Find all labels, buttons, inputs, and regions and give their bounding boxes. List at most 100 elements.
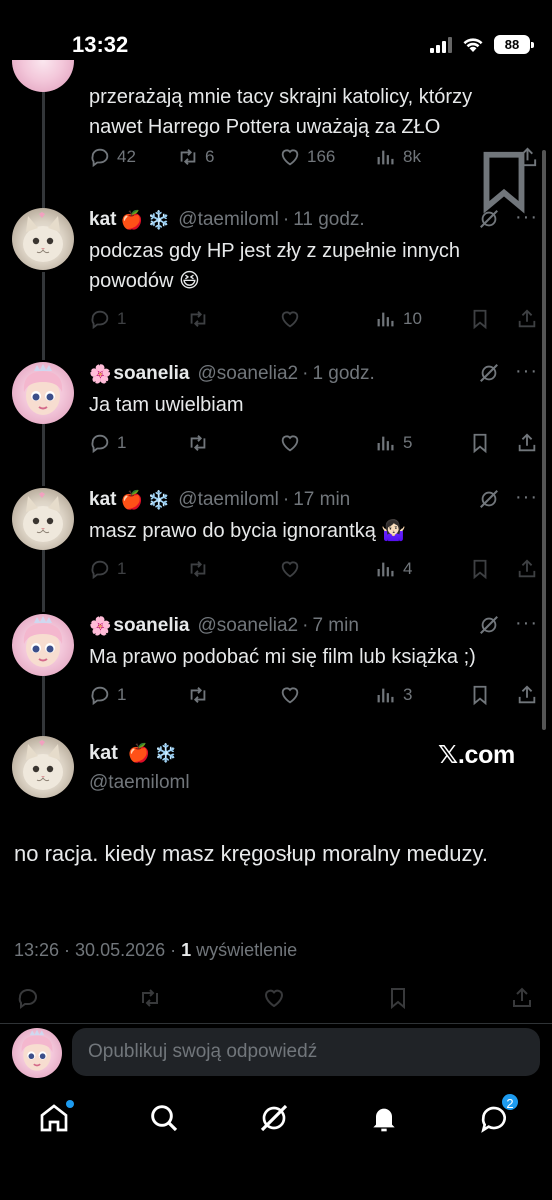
- views-button[interactable]: 10: [375, 308, 422, 330]
- author-name[interactable]: soanelia: [113, 615, 189, 637]
- bookmark-button[interactable]: [469, 308, 491, 330]
- status-time: 13:32: [72, 32, 129, 57]
- name-emoji: 🍎 ❄️: [120, 209, 171, 230]
- reply-button[interactable]: 1: [89, 432, 126, 454]
- tweet-time[interactable]: 11 godz.: [293, 209, 364, 231]
- cellular-signal-icon: [430, 36, 452, 53]
- like-button[interactable]: [279, 308, 307, 330]
- views-button[interactable]: 4: [375, 558, 412, 580]
- messages-badge: 2: [500, 1092, 520, 1112]
- repost-button[interactable]: [187, 308, 215, 330]
- avatar[interactable]: [12, 736, 74, 798]
- scrollbar[interactable]: [542, 150, 546, 730]
- reply-icon[interactable]: [16, 986, 40, 1010]
- repost-button[interactable]: [187, 558, 215, 580]
- bookmark-button[interactable]: [469, 432, 491, 454]
- avatar[interactable]: [12, 488, 74, 550]
- more-icon[interactable]: ···: [515, 486, 538, 509]
- tweet-text: przerażają mnie tacy skrajni katolicy, k…: [89, 86, 473, 138]
- bookmark-icon[interactable]: [386, 986, 410, 1010]
- bookmark-icon: [473, 685, 487, 706]
- share-button[interactable]: [516, 558, 538, 580]
- share-icon[interactable]: [510, 986, 534, 1010]
- like-button[interactable]: [279, 432, 307, 454]
- separator: ·: [302, 363, 309, 384]
- views-button[interactable]: 3: [375, 684, 412, 706]
- author-name[interactable]: kat: [89, 489, 116, 511]
- reply-composer: [0, 1023, 552, 1081]
- nav-grok[interactable]: [258, 1102, 294, 1138]
- author-handle[interactable]: @taemiloml: [178, 489, 279, 511]
- tweet-time[interactable]: 17 min: [293, 489, 350, 511]
- bookmark-button[interactable]: [469, 684, 491, 706]
- main-tweet-author[interactable]: kat 🍎 ❄️: [89, 742, 177, 765]
- share-icon: [518, 309, 536, 328]
- tweet-text: Ja tam uwielbiam: [89, 394, 244, 416]
- views-button[interactable]: 8k: [375, 146, 421, 168]
- reply-button[interactable]: 1: [89, 308, 126, 330]
- views-icon: [377, 150, 394, 165]
- views-icon: [377, 312, 394, 327]
- grok-icon[interactable]: [478, 208, 500, 230]
- more-icon[interactable]: ···: [515, 612, 538, 635]
- share-button[interactable]: [516, 308, 538, 330]
- grok-icon[interactable]: [478, 614, 500, 636]
- author-handle[interactable]: @taemiloml: [178, 209, 279, 231]
- author-name[interactable]: soanelia: [113, 363, 189, 385]
- author-handle[interactable]: @soanelia2: [197, 363, 298, 385]
- bell-icon: [373, 1108, 395, 1132]
- main-tweet-meta: 13:26 · 30.05.2026 · 1 wyświetlenie: [14, 940, 298, 960]
- repost-icon[interactable]: [138, 986, 162, 1010]
- reply-button[interactable]: 1: [89, 684, 126, 706]
- repost-icon: [180, 149, 196, 165]
- author-name[interactable]: kat: [89, 209, 116, 231]
- share-icon[interactable]: [516, 146, 539, 169]
- repost-button[interactable]: [187, 684, 215, 706]
- nav-search[interactable]: [148, 1102, 184, 1138]
- bookmark-icon: [473, 309, 487, 330]
- share-button[interactable]: [516, 684, 538, 706]
- like-button[interactable]: [279, 558, 307, 580]
- separator: ·: [302, 615, 309, 636]
- reply-button[interactable]: 1: [89, 558, 126, 580]
- repost-icon: [190, 435, 206, 451]
- reply-button[interactable]: 42: [89, 146, 136, 168]
- avatar[interactable]: [12, 1028, 62, 1078]
- grok-icon[interactable]: [478, 362, 500, 384]
- tweet-actions: 15: [89, 432, 539, 458]
- name-emoji: 🌸: [89, 363, 112, 384]
- more-icon[interactable]: ···: [515, 206, 538, 229]
- main-tweet-handle[interactable]: @taemiloml: [89, 772, 190, 794]
- wifi-icon: [463, 38, 483, 52]
- tweet-time[interactable]: 1 godz.: [312, 363, 374, 385]
- more-icon[interactable]: ···: [515, 360, 538, 383]
- grok-icon: [260, 1104, 288, 1132]
- thread-line: [42, 676, 45, 736]
- heart-icon[interactable]: [262, 986, 286, 1010]
- bookmark-button[interactable]: [469, 558, 491, 580]
- like-button[interactable]: 166: [279, 146, 335, 168]
- nav-home[interactable]: [38, 1100, 74, 1138]
- search-icon: [151, 1105, 178, 1132]
- tweet-time[interactable]: 7 min: [312, 615, 358, 637]
- avatar[interactable]: [12, 362, 74, 424]
- thread-line: [42, 550, 45, 612]
- nav-messages[interactable]: 2: [478, 1092, 520, 1138]
- repost-button[interactable]: 6: [177, 146, 214, 168]
- views-button[interactable]: 5: [375, 432, 412, 454]
- tweet-actions: 14: [89, 558, 539, 584]
- reply-input[interactable]: [72, 1028, 540, 1076]
- avatar[interactable]: [12, 208, 74, 270]
- author-handle[interactable]: @soanelia2: [197, 615, 298, 637]
- nav-notifications[interactable]: [368, 1102, 404, 1138]
- repost-button[interactable]: [187, 432, 215, 454]
- share-icon: [518, 685, 536, 704]
- like-button[interactable]: [279, 684, 307, 706]
- reply-icon: [91, 686, 109, 706]
- share-button[interactable]: [516, 432, 538, 454]
- heart-icon: [281, 561, 299, 578]
- reply-icon: [91, 560, 109, 580]
- repost-icon: [190, 687, 206, 703]
- avatar[interactable]: [12, 614, 74, 676]
- grok-icon[interactable]: [478, 488, 500, 510]
